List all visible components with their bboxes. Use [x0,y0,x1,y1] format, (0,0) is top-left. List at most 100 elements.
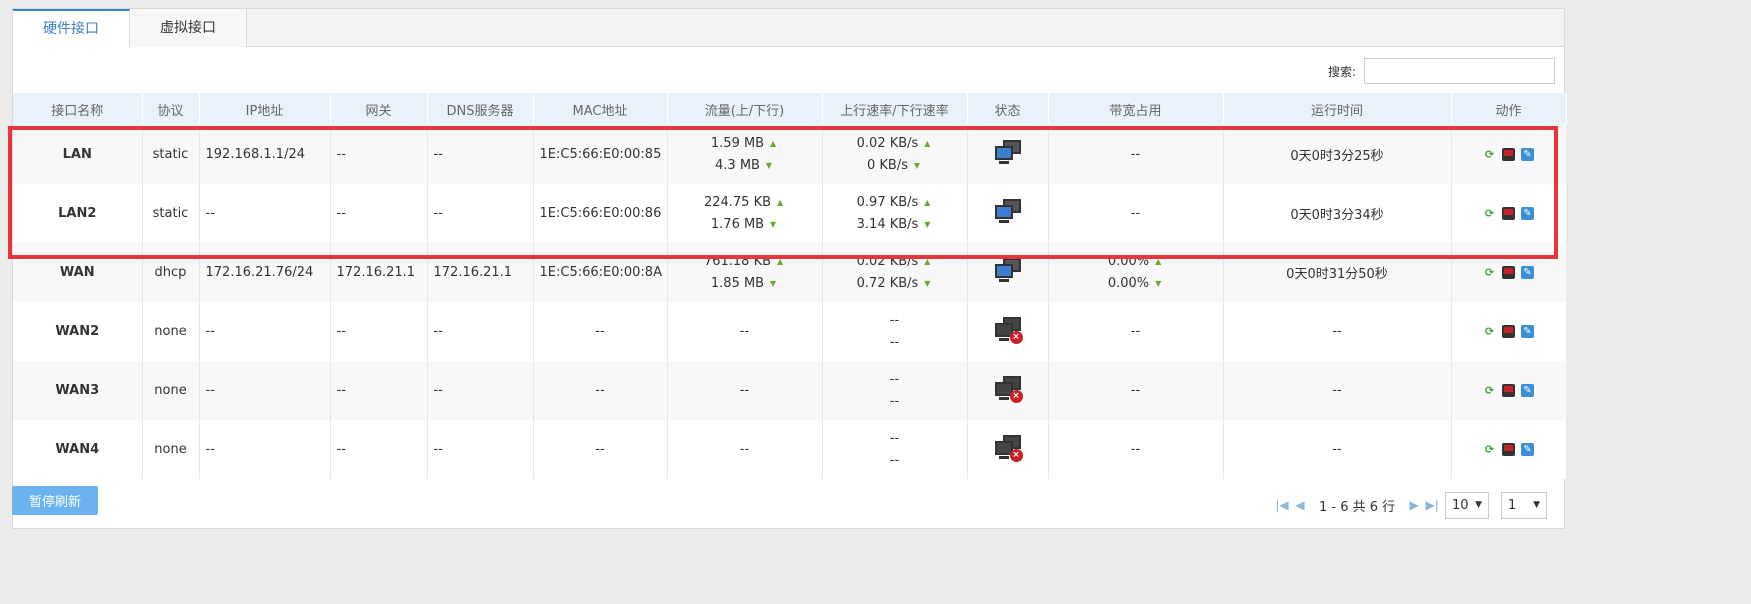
table-row[interactable]: LAN2 static -- -- -- 1E:C5:66:E0:00:86 224.75 … [13,184,1567,243]
rate: -- -- [822,420,968,479]
dns-server: 172.16.21.1 [427,243,534,302]
ip-address: -- [199,184,331,243]
bandwidth: -- [1048,184,1224,243]
dns-server: -- [427,420,534,479]
status [967,243,1049,302]
down-arrow-icon: ▼ [924,278,931,288]
rate-down: 3.14 KB/s [856,216,919,232]
uptime: -- [1223,302,1452,361]
protocol: static [142,184,200,243]
page-number-value: 1 [1508,498,1517,513]
table-row[interactable]: WAN4 none -- -- -- -- -- -- -- × -- -- ⟳ ✎ [13,420,1567,479]
traffic-up: 1.59 MB [710,135,765,151]
protocol: none [142,420,200,479]
monitor-icon[interactable] [1502,207,1515,220]
status [967,184,1049,243]
prev-page-icon[interactable]: ◀ [1291,498,1309,512]
first-page-icon[interactable]: |◀ [1273,498,1291,512]
edit-icon[interactable]: ✎ [1521,384,1534,397]
mac-address: 1E:C5:66:E0:00:86 [533,184,668,243]
monitor-icon[interactable] [1502,384,1515,397]
bandwidth-up: 0.00% [1107,253,1150,269]
edit-icon[interactable]: ✎ [1521,443,1534,456]
rate-up: 0.02 KB/s [856,135,919,151]
chevron-down-icon: ▼ [1475,500,1482,510]
traffic: 224.75 KB ▲ 1.76 MB ▼ [667,184,823,243]
edit-icon[interactable]: ✎ [1521,325,1534,338]
monitor-icon[interactable] [1502,148,1515,161]
row-actions: ⟳ ✎ [1451,184,1567,243]
status [967,125,1049,184]
gateway: -- [330,302,428,361]
monitor-icon[interactable] [1502,266,1515,279]
traffic-down: 1.76 MB [710,216,765,232]
edit-icon[interactable]: ✎ [1521,266,1534,279]
status: × [967,361,1049,420]
pause-refresh-button[interactable]: 暂停刷新 [12,486,98,515]
network-disconnected-icon: × [993,316,1023,344]
mac-address: 1E:C5:66:E0:00:8A [533,243,668,302]
traffic: 761.18 KB ▲ 1.85 MB ▼ [667,243,823,302]
monitor-icon[interactable] [1502,325,1515,338]
mac-address: 1E:C5:66:E0:00:85 [533,125,668,184]
rate-down: -- [889,393,900,409]
column-header: 带宽占用 [1048,93,1224,125]
refresh-icon[interactable]: ⟳ [1483,148,1496,161]
protocol: none [142,361,200,420]
dns-server: -- [427,361,534,420]
traffic-up: 224.75 KB [703,194,772,210]
rate-up: -- [889,312,900,328]
traffic: 1.59 MB ▲ 4.3 MB ▼ [667,125,823,184]
interface-panel: 硬件接口 虚拟接口 搜索: 接口名称 协议 IP地址 网关 DNS服务器 MAC地址 流量(… [12,8,1567,529]
rate: 0.97 KB/s ▲ 3.14 KB/s ▼ [822,184,968,243]
gateway: -- [330,184,428,243]
refresh-icon[interactable]: ⟳ [1483,207,1496,220]
bandwidth: -- [1048,420,1224,479]
bandwidth: -- [1048,302,1224,361]
refresh-icon[interactable]: ⟳ [1483,384,1496,397]
interface-table: 接口名称 协议 IP地址 网关 DNS服务器 MAC地址 流量(上/下行) 上行速率/下行速率… [13,93,1567,479]
refresh-icon[interactable]: ⟳ [1483,325,1496,338]
table-row[interactable]: WAN dhcp 172.16.21.76/24 172.16.21.1 172.16.… [13,243,1567,302]
column-header: 上行速率/下行速率 [822,93,968,125]
table-row[interactable]: WAN2 none -- -- -- -- -- -- -- × -- -- ⟳ ✎ [13,302,1567,361]
edit-icon[interactable]: ✎ [1521,148,1534,161]
network-connected-icon [993,257,1023,285]
rate: -- -- [822,361,968,420]
monitor-icon[interactable] [1502,443,1515,456]
pagination: |◀ ◀ 1 - 6 共 6 行 ▶ ▶| [1273,491,1441,519]
page-size-select[interactable]: 10 ▼ [1445,492,1489,519]
table-row[interactable]: LAN static 192.168.1.1/24 -- -- 1E:C5:66:E0:0… [13,125,1567,184]
up-arrow-icon: ▲ [776,197,784,207]
tab-virtual-interfaces[interactable]: 虚拟接口 [130,9,247,47]
table-row[interactable]: WAN3 none -- -- -- -- -- -- -- × -- -- ⟳ ✎ [13,361,1567,420]
column-header: 状态 [967,93,1049,125]
rate: 0.02 KB/s ▲ 0 KB/s ▼ [822,125,968,184]
next-page-icon[interactable]: ▶ [1405,498,1423,512]
column-header: 协议 [142,93,200,125]
down-arrow-icon: ▼ [913,160,921,170]
search-input[interactable] [1364,58,1555,84]
down-arrow-icon: ▼ [770,219,777,229]
traffic: -- [667,302,823,361]
tab-hardware-interfaces[interactable]: 硬件接口 [13,9,130,48]
row-actions: ⟳ ✎ [1451,420,1567,479]
up-arrow-icon: ▲ [924,197,931,207]
down-arrow-icon: ▼ [770,278,777,288]
ip-address: 172.16.21.76/24 [199,243,331,302]
column-header: 流量(上/下行) [667,93,823,125]
edit-icon[interactable]: ✎ [1521,207,1534,220]
traffic-down: 4.3 MB [715,157,760,173]
mac-address: -- [533,361,668,420]
row-actions: ⟳ ✎ [1451,243,1567,302]
refresh-icon[interactable]: ⟳ [1483,443,1496,456]
status: × [967,302,1049,361]
page-number-select[interactable]: 1 ▼ [1501,492,1547,519]
rate-up: 0.02 KB/s [856,253,919,269]
interface-name: WAN3 [13,361,143,420]
refresh-icon[interactable]: ⟳ [1483,266,1496,279]
column-header: DNS服务器 [427,93,534,125]
bandwidth: -- [1048,125,1224,184]
column-header: 网关 [330,93,428,125]
last-page-icon[interactable]: ▶| [1423,498,1441,512]
